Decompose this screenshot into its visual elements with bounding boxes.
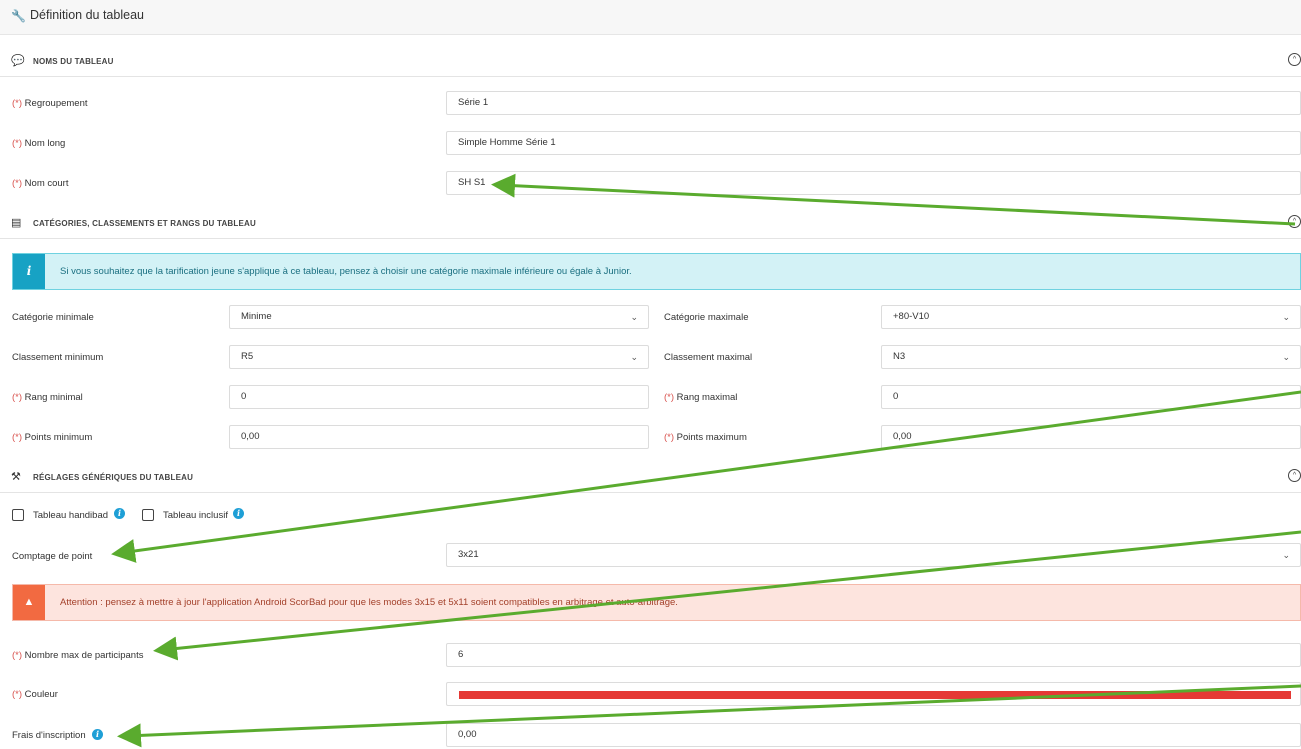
points-min-label: (*) Points minimum xyxy=(12,432,93,443)
inclusif-label: Tableau inclusif xyxy=(163,510,228,521)
classement-max-select[interactable]: N3 ⌄ xyxy=(881,345,1301,369)
rang-max-input[interactable]: 0 xyxy=(881,385,1301,409)
section-title: NOMS DU TABLEAU xyxy=(33,57,114,66)
comptage-select[interactable]: 3x21 ⌄ xyxy=(446,543,1301,567)
nom-court-input[interactable]: SH S1 xyxy=(446,171,1301,195)
couleur-input[interactable] xyxy=(446,682,1301,706)
info-icon[interactable]: i xyxy=(114,508,125,519)
collapse-icon[interactable]: ^ xyxy=(1288,469,1301,482)
list-icon: ▤ xyxy=(11,217,22,229)
frais-input[interactable]: 0,00 xyxy=(446,723,1301,747)
color-swatch xyxy=(459,691,1291,699)
page-header: 🔧 Définition du tableau xyxy=(0,0,1301,35)
nom-long-input[interactable]: Simple Homme Série 1 xyxy=(446,131,1301,155)
section-categories-header[interactable]: ▤ CATÉGORIES, CLASSEMENTS ET RANGS DU TA… xyxy=(0,210,1301,239)
points-max-label: (*) Points maximum xyxy=(664,432,747,443)
page-title: Définition du tableau xyxy=(30,8,144,22)
handibad-label: Tableau handibad xyxy=(33,510,109,521)
section-title: CATÉGORIES, CLASSEMENTS ET RANGS DU TABL… xyxy=(33,219,256,228)
classement-min-select[interactable]: R5 ⌄ xyxy=(229,345,649,369)
section-noms-header[interactable]: 💬 NOMS DU TABLEAU ^ xyxy=(0,48,1301,77)
comptage-label: Comptage de point xyxy=(12,551,93,562)
info-icon[interactable]: i xyxy=(92,729,103,740)
categorie-max-select[interactable]: +80-V10 ⌄ xyxy=(881,305,1301,329)
regroupement-input[interactable]: Série 1 xyxy=(446,91,1301,115)
rang-min-label: (*) Rang minimal xyxy=(12,392,83,403)
categorie-min-label: Catégorie minimale xyxy=(12,312,94,323)
wrench-icon: 🔧 xyxy=(11,9,26,23)
rang-min-input[interactable]: 0 xyxy=(229,385,649,409)
collapse-icon[interactable]: ^ xyxy=(1288,53,1301,66)
chevron-down-icon: ⌄ xyxy=(630,352,638,362)
section-title: RÉGLAGES GÉNÉRIQUES DU TABLEAU xyxy=(33,473,194,482)
points-max-input[interactable]: 0,00 xyxy=(881,425,1301,449)
chevron-down-icon: ⌄ xyxy=(1282,550,1290,560)
warning-icon: ▲ xyxy=(13,585,45,620)
inclusif-checkbox[interactable] xyxy=(142,509,154,521)
regroupement-label: (*) Regroupement xyxy=(12,98,88,109)
frais-label: Frais d'inscription xyxy=(12,730,86,741)
rang-max-label: (*) Rang maximal xyxy=(664,392,738,403)
categorie-max-label: Catégorie maximale xyxy=(664,312,749,323)
chevron-down-icon: ⌄ xyxy=(630,312,638,322)
classement-max-label: Classement maximal xyxy=(664,352,753,363)
nom-court-label: (*) Nom court xyxy=(12,178,69,189)
chevron-down-icon: ⌄ xyxy=(1282,312,1290,322)
warning-alert: ▲ Attention : pensez à mettre à jour l'a… xyxy=(12,584,1301,621)
hammer-icon: ⚒ xyxy=(11,471,21,483)
info-alert: i Si vous souhaitez que la tarification … xyxy=(12,253,1301,290)
collapse-icon[interactable]: ^ xyxy=(1288,215,1301,228)
info-icon: i xyxy=(13,254,45,289)
categorie-min-select[interactable]: Minime ⌄ xyxy=(229,305,649,329)
info-text: Si vous souhaitez que la tarification je… xyxy=(60,266,632,277)
classement-min-label: Classement minimum xyxy=(12,352,104,363)
points-min-input[interactable]: 0,00 xyxy=(229,425,649,449)
couleur-label: (*) Couleur xyxy=(12,689,58,700)
section-reglages-header[interactable]: ⚒ RÉGLAGES GÉNÉRIQUES DU TABLEAU ^ xyxy=(0,464,1301,493)
nb-max-input[interactable]: 6 xyxy=(446,643,1301,667)
info-icon[interactable]: i xyxy=(233,508,244,519)
nom-long-label: (*) Nom long xyxy=(12,138,66,149)
nb-max-label: (*) Nombre max de participants xyxy=(12,650,144,661)
handibad-checkbox[interactable] xyxy=(12,509,24,521)
chevron-down-icon: ⌄ xyxy=(1282,352,1290,362)
comment-icon: 💬 xyxy=(11,55,25,67)
warning-text: Attention : pensez à mettre à jour l'app… xyxy=(60,597,678,608)
